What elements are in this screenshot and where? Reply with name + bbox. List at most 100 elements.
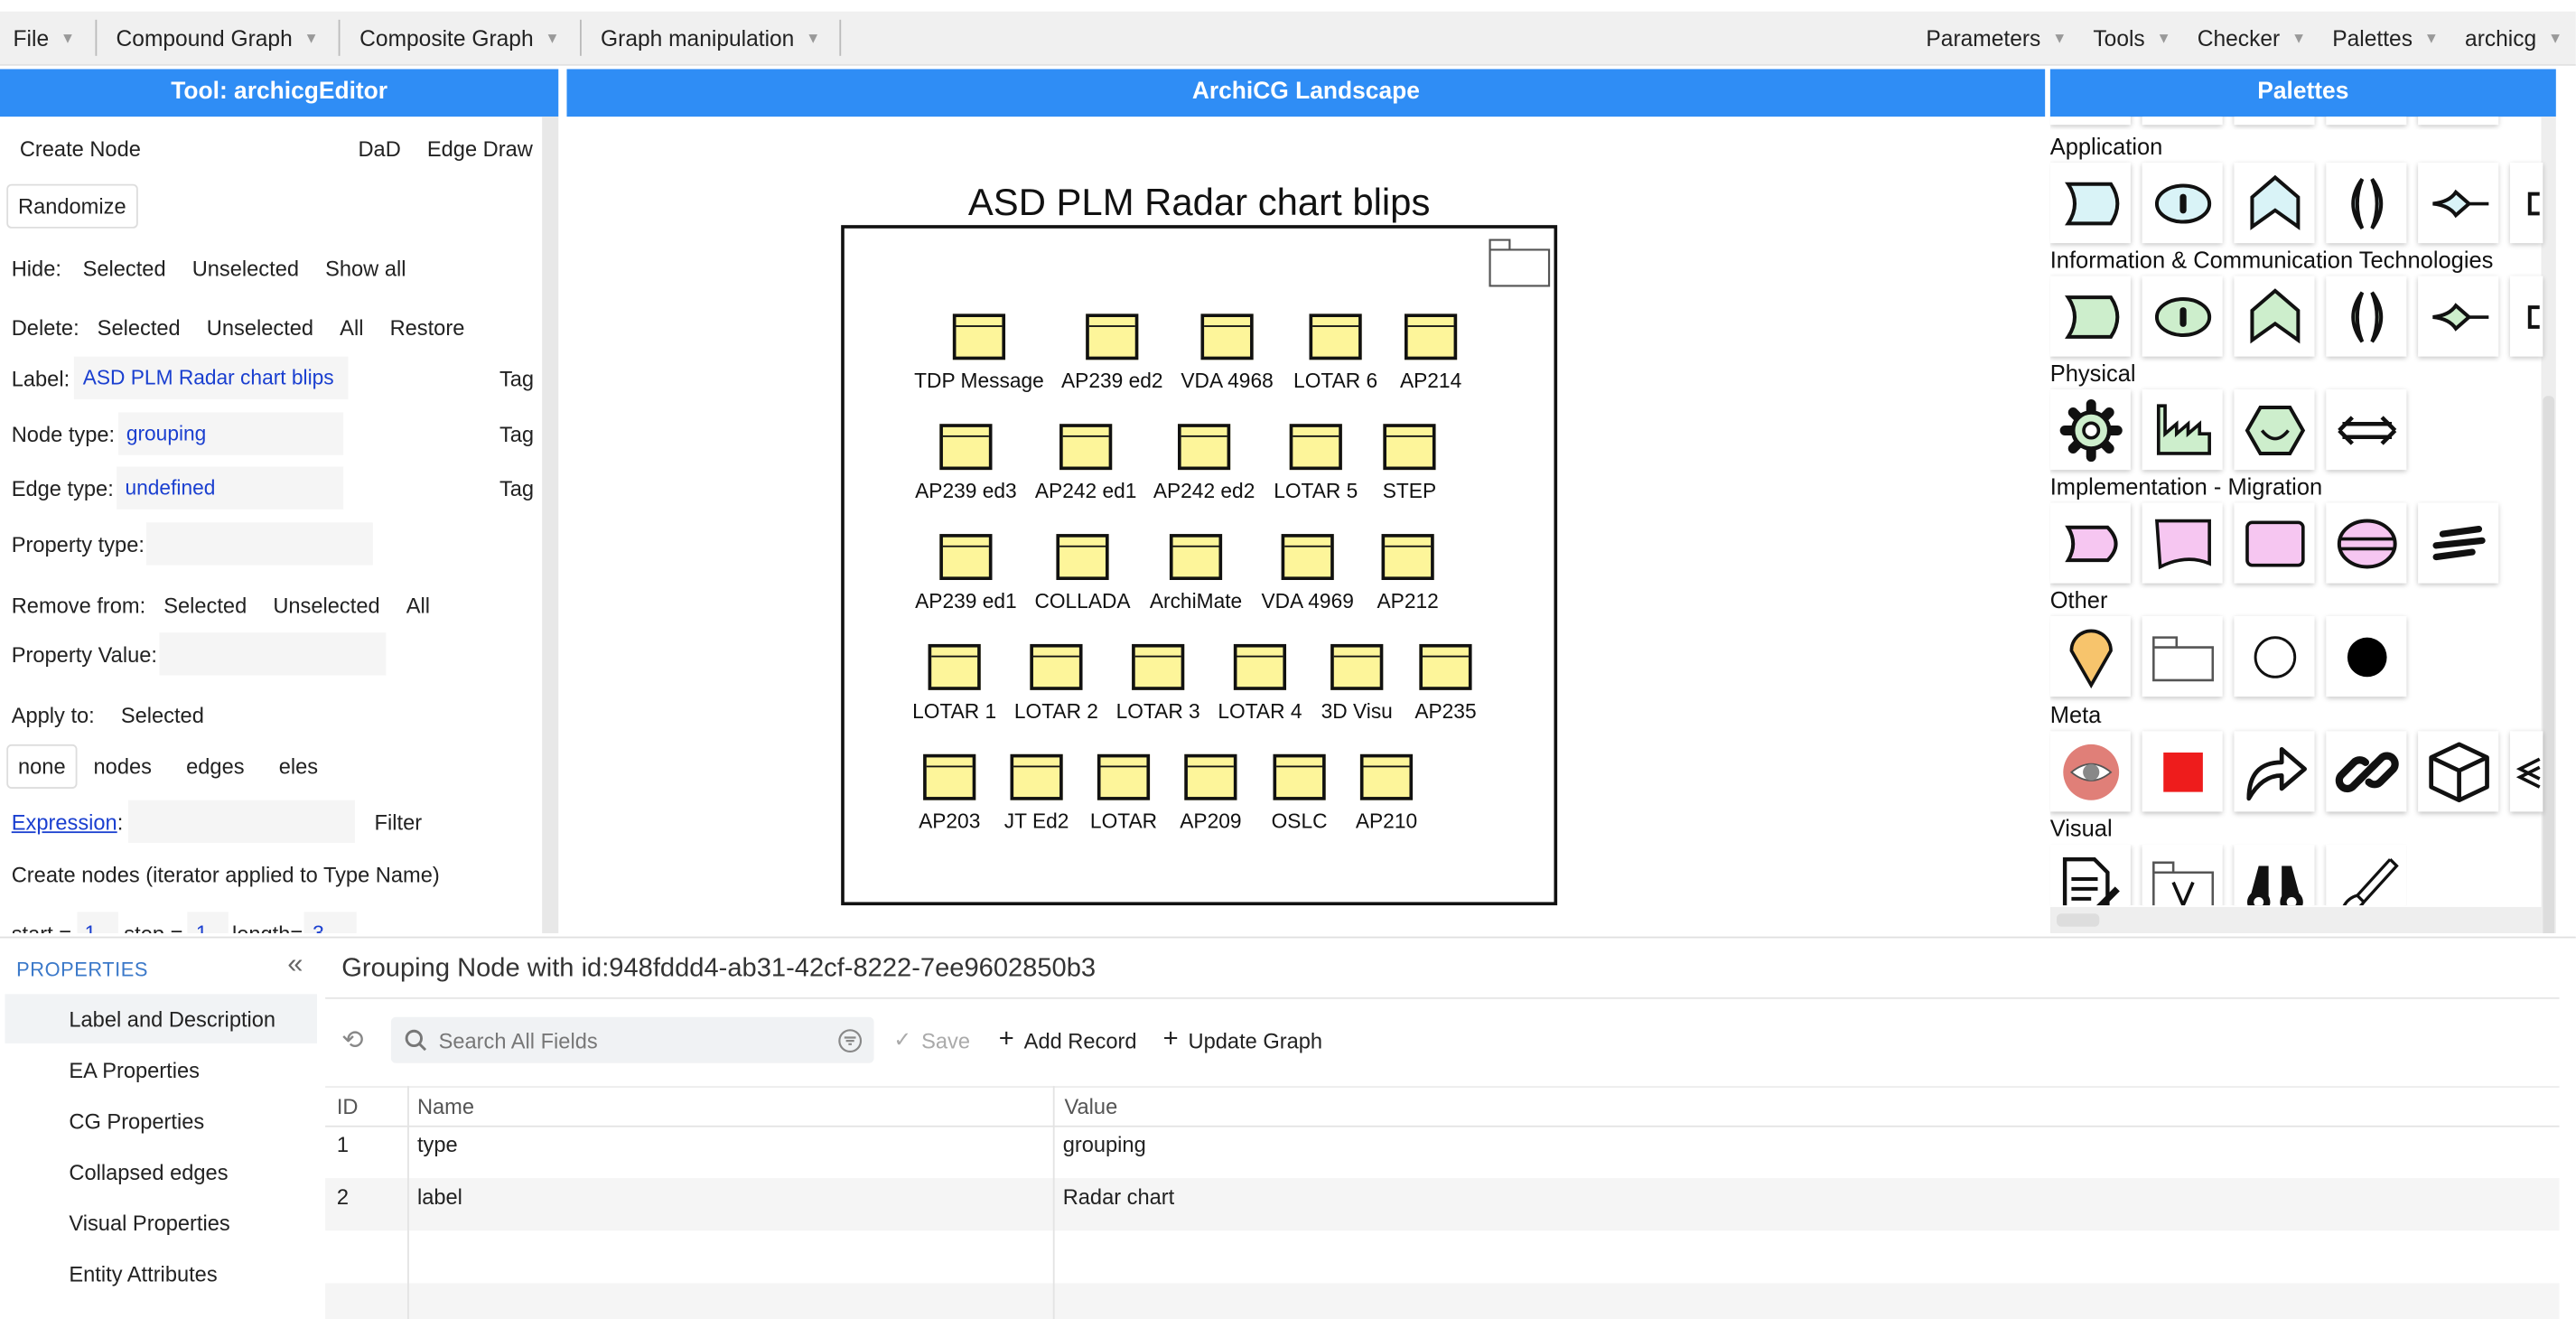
node-type-input[interactable]: grouping: [117, 412, 343, 455]
location-pin-icon[interactable]: [2049, 616, 2131, 697]
gear-icon[interactable]: [2049, 389, 2131, 471]
link-icon[interactable]: [2326, 731, 2407, 812]
grouping-folder-icon[interactable]: [2142, 616, 2223, 697]
delete-unselected-button[interactable]: Unselected: [197, 309, 323, 347]
row1-id[interactable]: 1: [337, 1132, 349, 1156]
brush-icon[interactable]: [2326, 844, 2407, 906]
property-value-input[interactable]: [158, 632, 386, 676]
tech-event-icon[interactable]: [2418, 276, 2499, 357]
tool-panel-scrollbar[interactable]: [542, 117, 559, 934]
binoculars-icon[interactable]: [2234, 844, 2315, 906]
nav-cg-properties[interactable]: CG Properties: [69, 1109, 204, 1134]
remove-all-button[interactable]: All: [397, 586, 440, 624]
filter-edges-button[interactable]: edges: [176, 748, 254, 786]
restore-button[interactable]: Restore: [380, 309, 475, 347]
share-arrow-icon[interactable]: [2234, 731, 2315, 812]
length-input[interactable]: 3: [303, 912, 358, 934]
menu-tools[interactable]: Tools ▼: [2080, 20, 2184, 56]
col-name[interactable]: Name: [417, 1086, 474, 1127]
blip-node[interactable]: AP235: [1364, 643, 1528, 723]
row2-value[interactable]: Radar chart: [1063, 1184, 1175, 1209]
row1-name[interactable]: type: [417, 1132, 458, 1156]
nav-visual-properties[interactable]: Visual Properties: [69, 1211, 229, 1235]
palettes-scrollbar[interactable]: [2541, 117, 2556, 934]
grouping-node[interactable]: TDP Message AP239 ed2 VDA 4968 LOTAR 6 AP214…: [841, 225, 1558, 906]
update-graph-button[interactable]: + Update Graph: [1163, 1025, 1322, 1055]
col-value[interactable]: Value: [1065, 1086, 1118, 1127]
menu-file[interactable]: File ▼: [0, 20, 89, 56]
remove-selected-button[interactable]: Selected: [154, 586, 257, 624]
app-interaction-icon[interactable]: [2326, 163, 2407, 244]
collapse-icon[interactable]: «: [287, 948, 303, 980]
hide-selected-button[interactable]: Selected: [73, 249, 176, 287]
filter-button[interactable]: Filter: [365, 802, 432, 840]
filter-eles-button[interactable]: eles: [269, 748, 328, 786]
label-input[interactable]: ASD PLM Radar chart blips: [74, 356, 350, 399]
menu-checker[interactable]: Checker ▼: [2184, 20, 2319, 56]
filter-nodes-button[interactable]: nodes: [84, 748, 162, 786]
cube-icon[interactable]: [2418, 731, 2499, 812]
tech-service-icon[interactable]: [2142, 276, 2223, 357]
tech-more-icon[interactable]: [2509, 276, 2543, 357]
edge-type-input[interactable]: undefined: [117, 466, 344, 510]
menu-palettes[interactable]: Palettes ▼: [2319, 20, 2452, 56]
edge-draw-button[interactable]: Edge Draw: [417, 130, 543, 168]
menu-compound-graph[interactable]: Compound Graph ▼: [103, 20, 331, 56]
app-event-icon[interactable]: [2418, 163, 2499, 244]
tech-interaction-icon[interactable]: [2326, 276, 2407, 357]
randomize-button[interactable]: Randomize: [6, 183, 138, 229]
blip-node[interactable]: AP212: [1326, 534, 1490, 613]
menu-archicg[interactable]: archicg ▼: [2451, 20, 2575, 56]
row2-name[interactable]: label: [417, 1184, 462, 1209]
nav-label-description[interactable]: Label and Description: [69, 1007, 275, 1032]
col-id[interactable]: ID: [337, 1086, 359, 1127]
junction-or-icon[interactable]: [2234, 616, 2315, 697]
blip-node[interactable]: AP214: [1349, 313, 1513, 393]
menu-parameters[interactable]: Parameters ▼: [1913, 20, 2080, 56]
row1-value[interactable]: grouping: [1063, 1132, 1146, 1156]
filter-none-button[interactable]: none: [6, 744, 78, 789]
apply-to-selected-button[interactable]: Selected: [111, 697, 214, 734]
palettes-hscrollbar[interactable]: [2049, 906, 2543, 934]
implementation-event-icon[interactable]: [2418, 502, 2499, 584]
remove-unselected-button[interactable]: Unselected: [263, 586, 389, 624]
plateau-icon[interactable]: [2234, 502, 2315, 584]
create-node-button[interactable]: Create Node: [10, 130, 151, 168]
tech-process-icon[interactable]: [2234, 276, 2315, 357]
property-type-input[interactable]: [145, 522, 373, 566]
search-field[interactable]: Search All Fields: [390, 1016, 874, 1063]
work-package-icon[interactable]: [2049, 502, 2131, 584]
eye-icon[interactable]: [2049, 731, 2131, 812]
start-input[interactable]: 1: [76, 912, 118, 934]
blip-node[interactable]: STEP: [1328, 424, 1492, 503]
blip-node[interactable]: AP210: [1304, 753, 1469, 833]
expression-input[interactable]: [127, 800, 355, 843]
deliverable-icon[interactable]: [2142, 502, 2223, 584]
row2-id[interactable]: 2: [337, 1184, 349, 1209]
node-type-tag-button[interactable]: Tag: [499, 421, 534, 445]
gap-icon[interactable]: [2326, 502, 2407, 584]
app-more-icon[interactable]: [2509, 163, 2543, 244]
app-process-icon[interactable]: [2234, 163, 2315, 244]
hide-unselected-button[interactable]: Unselected: [182, 249, 309, 287]
menu-graph-manipulation[interactable]: Graph manipulation ▼: [587, 20, 833, 56]
save-button[interactable]: ✓ Save: [893, 1027, 970, 1053]
junction-and-icon[interactable]: [2326, 616, 2407, 697]
layers-icon[interactable]: [2509, 731, 2543, 812]
label-tag-button[interactable]: Tag: [499, 366, 534, 390]
delete-selected-button[interactable]: Selected: [88, 309, 191, 347]
folder-v-icon[interactable]: [2142, 844, 2223, 906]
app-component-icon[interactable]: [2049, 163, 2131, 244]
delete-all-button[interactable]: All: [330, 309, 373, 347]
material-icon[interactable]: [2234, 389, 2315, 471]
menu-composite-graph[interactable]: Composite Graph ▼: [347, 20, 573, 56]
nav-ea-properties[interactable]: EA Properties: [69, 1058, 200, 1082]
distribution-icon[interactable]: [2326, 389, 2407, 471]
factory-icon[interactable]: [2142, 389, 2223, 471]
step-input[interactable]: 1: [187, 912, 229, 934]
show-all-button[interactable]: Show all: [315, 249, 415, 287]
app-service-icon[interactable]: [2142, 163, 2223, 244]
document-pen-icon[interactable]: [2049, 844, 2131, 906]
add-record-button[interactable]: + Add Record: [999, 1025, 1137, 1055]
tech-node-icon[interactable]: [2049, 276, 2131, 357]
